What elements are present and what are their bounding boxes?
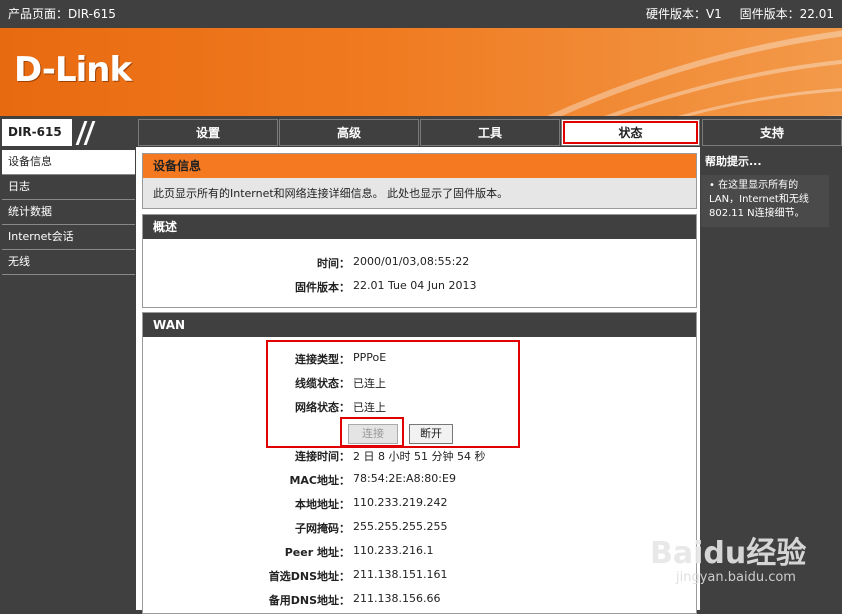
overview-row-firmware: 固件版本： 22.01 Tue 04 Jun 2013 (143, 279, 696, 297)
connection-time-value: 2 日 8 小时 51 分钟 54 秒 (353, 450, 486, 463)
connection-type-value: PPPoE (353, 351, 387, 364)
overview-row-time: 时间： 2000/01/03,08:55:22 (143, 255, 696, 273)
main-nav: DIR-615 设置 高级 工具 状态 支持 (0, 117, 842, 147)
sidebar-item-internet-sessions[interactable]: Internet会话 (2, 225, 135, 250)
dlink-logo: D-Link (14, 50, 132, 90)
banner-swoosh-decoration (547, 30, 842, 116)
wan-row-primary-dns: 首选DNS地址： 211.138.151.161 (143, 568, 696, 586)
firmware-version: 固件版本：22.01 (739, 7, 834, 21)
main-content: 设备信息 此页显示所有的Internet和网络连接详细信息。 此处也显示了固件版… (136, 147, 700, 614)
tab-setup[interactable]: 设置 (138, 119, 278, 146)
wan-row-mac: MAC地址： 78:54:2E:A8:80:E9 (143, 472, 696, 490)
secondary-dns-value: 211.138.156.66 (353, 592, 441, 605)
model-label-box: DIR-615 (2, 119, 138, 146)
cable-status-label: 线缆状态： (295, 377, 350, 390)
tab-tools[interactable]: 工具 (420, 119, 560, 146)
help-tip: 在这里显示所有的LAN，Internet和无线802.11 N连接细节。 (709, 180, 809, 219)
wan-row-connection-type: 连接类型： PPPoE (143, 351, 696, 369)
tab-advanced[interactable]: 高级 (279, 119, 419, 146)
model-name: DIR-615 (8, 125, 62, 139)
time-label: 时间： (317, 257, 350, 270)
sidebar-item-device-info[interactable]: 设备信息 (2, 150, 135, 175)
peer-label: Peer 地址： (284, 546, 350, 559)
local-address-label: 本地地址： (295, 498, 350, 511)
firmware-value: 22.01 Tue 04 Jun 2013 (353, 279, 477, 292)
connection-time-label: 连接时间： (295, 450, 350, 463)
local-address-value: 110.233.219.242 (353, 496, 448, 509)
sidebar-item-log[interactable]: 日志 (2, 175, 135, 200)
primary-dns-label: 首选DNS地址： (268, 570, 350, 583)
wan-title: WAN (143, 313, 696, 337)
wan-row-cable-status: 线缆状态： 已连上 (143, 375, 696, 393)
network-status-label: 网络状态： (295, 401, 350, 414)
device-info-description: 此页显示所有的Internet和网络连接详细信息。 此处也显示了固件版本。 (143, 178, 696, 208)
help-title: 帮助提示... (705, 155, 762, 168)
wan-row-peer: Peer 地址： 110.233.216.1 (143, 544, 696, 562)
firmware-label: 固件版本： (295, 281, 350, 294)
wan-row-local-address: 本地地址： 110.233.219.242 (143, 496, 696, 514)
wan-row-subnet: 子网掩码： 255.255.255.255 (143, 520, 696, 538)
header-banner: D-Link (0, 28, 842, 116)
tab-status[interactable]: 状态 (561, 119, 700, 146)
overview-panel: 概述 时间： 2000/01/03,08:55:22 固件版本： 22.01 T… (142, 214, 697, 308)
bullet-icon: • (709, 180, 719, 191)
connection-type-label: 连接类型： (295, 353, 350, 366)
top-info-bar: 产品页面：DIR-615 硬件版本：V1 固件版本：22.01 (0, 0, 842, 28)
help-body: • 在这里显示所有的LAN，Internet和无线802.11 N连接细节。 (701, 175, 829, 227)
baidu-watermark: Baidu经验 jingyan.baidu.com (650, 518, 830, 608)
wan-row-network-status: 网络状态： 已连上 (143, 399, 696, 417)
sidebar: 设备信息 日志 统计数据 Internet会话 无线 (2, 150, 135, 610)
sidebar-item-wireless[interactable]: 无线 (2, 250, 135, 275)
wan-row-secondary-dns: 备用DNS地址： 211.138.156.66 (143, 592, 696, 610)
device-info-title: 设备信息 (143, 154, 696, 178)
time-value: 2000/01/03,08:55:22 (353, 255, 470, 268)
secondary-dns-label: 备用DNS地址： (268, 594, 350, 607)
wan-panel: WAN 连接类型： PPPoE 线缆状态： 已连上 网络状态： 已连上 连接 断… (142, 312, 697, 614)
disconnect-button[interactable]: 断开 (409, 424, 453, 444)
wan-row-connection-time: 连接时间： 2 日 8 小时 51 分钟 54 秒 (143, 448, 696, 466)
tab-support[interactable]: 支持 (702, 119, 842, 146)
mac-value: 78:54:2E:A8:80:E9 (353, 472, 456, 485)
mac-label: MAC地址： (289, 474, 350, 487)
overview-title: 概述 (143, 215, 696, 239)
subnet-value: 255.255.255.255 (353, 520, 448, 533)
watermark-brand: Baidu经验 (650, 536, 807, 571)
network-status-value: 已连上 (353, 401, 386, 414)
connect-button[interactable]: 连接 (348, 424, 398, 444)
watermark-url: jingyan.baidu.com (676, 570, 796, 585)
sidebar-item-statistics[interactable]: 统计数据 (2, 200, 135, 225)
device-info-panel: 设备信息 此页显示所有的Internet和网络连接详细信息。 此处也显示了固件版… (142, 153, 697, 209)
cable-status-value: 已连上 (353, 377, 386, 390)
product-page-label: 产品页面：DIR-615 (8, 7, 116, 21)
primary-dns-value: 211.138.151.161 (353, 568, 448, 581)
hardware-version: 硬件版本：V1 (645, 7, 722, 21)
peer-value: 110.233.216.1 (353, 544, 434, 557)
slash-decoration (72, 119, 138, 146)
subnet-label: 子网掩码： (295, 522, 350, 535)
